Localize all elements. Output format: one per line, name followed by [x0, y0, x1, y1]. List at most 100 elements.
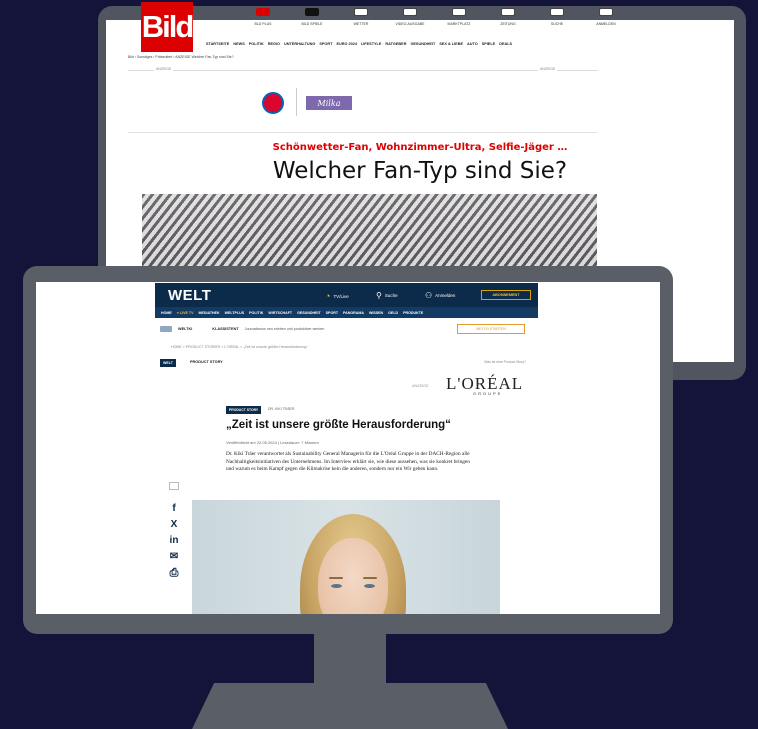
bild-top-item-label: BLD PLUS: [254, 22, 272, 26]
bild-article-kicker: Schönwetter-Fan, Wohnzimmer-Ultra, Selfi…: [272, 142, 568, 153]
product-story-badge: WELT: [160, 359, 176, 367]
bild-nav-item[interactable]: STARTSEITE: [206, 42, 229, 46]
welt-nav-item[interactable]: WELTPLUS: [225, 311, 245, 315]
bild-nav-item[interactable]: UNTERHALTUNG: [284, 42, 315, 46]
welt-logo[interactable]: WELT: [168, 287, 211, 304]
portrait-eye-right: [364, 584, 375, 588]
welt-nav-item[interactable]: POLITIK: [249, 311, 263, 315]
monitor-stand-foot: [192, 683, 508, 729]
bild-top-item[interactable]: BILD SPIELE: [294, 8, 330, 26]
bild-nav-item[interactable]: GESUNDHEIT: [410, 42, 435, 46]
bild-nav-item[interactable]: POLITIK: [249, 42, 264, 46]
bild-top-item-label: SUCHE: [550, 22, 564, 26]
bild-top-item-label: WETTER: [353, 22, 369, 26]
bild-top-item[interactable]: ZEITUNG: [490, 8, 526, 26]
x-icon[interactable]: X: [167, 519, 181, 530]
weltki-chip-icon: [160, 326, 172, 332]
welt-nav-item[interactable]: GELD: [388, 311, 398, 315]
monitor-stand-neck: [314, 633, 386, 683]
weltki-label: WELTKI: [178, 327, 193, 331]
weltki-start-button[interactable]: WELTKI STARTEN: [457, 324, 525, 334]
section-divider: [128, 132, 598, 133]
bild-nav-item[interactable]: SEX & LIEBE: [439, 42, 463, 46]
subscribe-button[interactable]: ABONNEMENT: [481, 290, 531, 300]
bild-breadcrumb[interactable]: Bild › Sonstiges › Präsentiert › ANZEIGE…: [128, 55, 234, 59]
ki-assistant-label: KI-ASSISTENT: [212, 327, 239, 331]
newspaper-icon: [501, 8, 515, 16]
bild-article-headline: Welcher Fan-Typ sind Sie?: [272, 158, 568, 184]
article-portrait-photo: [192, 500, 500, 614]
welt-main-nav: HOME ● LIVE TV MEDIATHEK WELTPLUS POLITIK WIR…: [155, 307, 538, 318]
tv-live-link[interactable]: ◔ TV/Live: [325, 291, 349, 301]
bild-nav-item[interactable]: DEALS: [499, 42, 512, 46]
user-icon: ⚇: [425, 291, 433, 300]
bild-top-item[interactable]: ANMELDEN: [588, 8, 624, 26]
sponsor-divider: [296, 88, 297, 116]
article-title: „Zeit ist unsere größte Herausforderung“: [226, 419, 451, 431]
ki-assistant-text: Journalismus neu erleben und produktiver…: [244, 327, 325, 331]
product-story-info-link[interactable]: Was ist eine Product Story?: [484, 360, 526, 364]
portrait-brow-left: [329, 577, 343, 579]
bild-logo[interactable]: Bild: [141, 2, 194, 52]
bild-nav-item[interactable]: RATGEBER: [385, 42, 406, 46]
welt-nav-item[interactable]: HOME: [161, 311, 172, 315]
search-icon: [550, 8, 564, 16]
bild-main-nav: STARTSEITE NEWS POLITIK REGIO UNTERHALTUNG SP…: [206, 42, 512, 46]
bild-nav-item[interactable]: SPORT: [319, 42, 332, 46]
facebook-icon[interactable]: f: [167, 503, 181, 514]
portrait-eye-left: [331, 584, 342, 588]
bild-top-item[interactable]: MARKTPLATZ: [441, 8, 477, 26]
fc-bayern-logo: [262, 92, 284, 114]
welt-nav-item[interactable]: SPORT: [326, 311, 338, 315]
plus-badge-icon: [256, 8, 270, 16]
bild-top-icons: BLD PLUS BILD SPIELE WETTER VIDEO-AUSGABE MA…: [245, 8, 624, 26]
bild-top-item[interactable]: WETTER: [343, 8, 379, 26]
weather-icon: [354, 8, 368, 16]
video-icon: [403, 8, 417, 16]
bild-nav-item[interactable]: AUTO: [467, 42, 478, 46]
user-icon: [599, 8, 613, 16]
linkedin-icon[interactable]: in: [167, 535, 181, 546]
anzeige-label-right: ANZEIGE: [538, 67, 558, 71]
print-icon[interactable]: ⎙: [167, 567, 181, 580]
tv-icon: ◔: [325, 291, 331, 301]
welt-nav-item[interactable]: WIRTSCHAFT: [268, 311, 292, 315]
welt-nav-item[interactable]: PANORAMA: [343, 311, 364, 315]
article-intro: Dr. Kiki Träer verantwortet als Sustaina…: [226, 451, 470, 473]
product-story-label: PRODUCT STORY: [190, 360, 223, 364]
bild-nav-item[interactable]: REGIO: [268, 42, 280, 46]
bild-top-item-label: ANMELDEN: [596, 22, 616, 26]
anzeige-label-left: ANZEIGE: [154, 67, 174, 71]
bild-top-item-label: ZEITUNG: [500, 22, 516, 26]
welt-nav-item[interactable]: GESUNDHEIT: [297, 311, 321, 315]
tv-live-label: TV/Live: [333, 293, 349, 299]
welt-nav-item[interactable]: WISSEN: [369, 311, 383, 315]
bild-top-item[interactable]: VIDEO-AUSGABE: [392, 8, 428, 26]
search-icon: ⚲: [376, 291, 382, 300]
bookmark-icon[interactable]: [169, 482, 179, 490]
bild-nav-item[interactable]: LIFESTYLE: [361, 42, 381, 46]
search-link[interactable]: ⚲ Suche: [376, 291, 398, 300]
bild-top-item-label: VIDEO-AUSGABE: [395, 22, 425, 26]
welt-nav-item[interactable]: MEDIATHEK: [199, 311, 220, 315]
store-icon: [452, 8, 466, 16]
bild-nav-item[interactable]: EURO 2024: [336, 42, 356, 46]
search-label: Suche: [384, 293, 398, 298]
bild-top-item-label: BILD SPIELE: [301, 22, 323, 26]
milka-logo: Milka: [306, 96, 352, 110]
welt-nav-item[interactable]: PRODUKTE: [403, 311, 423, 315]
anzeige-divider: [128, 70, 598, 71]
article-tag: PRODUCT STORY: [226, 406, 262, 414]
bild-nav-item[interactable]: SPIELE: [482, 42, 496, 46]
bild-top-item[interactable]: BLD PLUS: [245, 8, 281, 26]
bild-top-item[interactable]: SUCHE: [539, 8, 575, 26]
article-author: DR. KIKI TRÄER: [268, 407, 295, 411]
welt-breadcrumb[interactable]: HOME > PRODUCT STORIES > L'ORÉAL > „Zeit…: [171, 345, 308, 349]
login-link[interactable]: ⚇ Anmelden: [425, 291, 455, 300]
bild-nav-item[interactable]: NEWS: [233, 42, 244, 46]
product-story-row: WELT PRODUCT STORY Was ist eine Product …: [160, 359, 530, 369]
game-badge-icon: [305, 8, 319, 16]
mail-icon[interactable]: ✉: [167, 551, 181, 562]
welt-nav-item[interactable]: ● LIVE TV: [177, 311, 194, 315]
portrait-brow-right: [363, 577, 377, 579]
